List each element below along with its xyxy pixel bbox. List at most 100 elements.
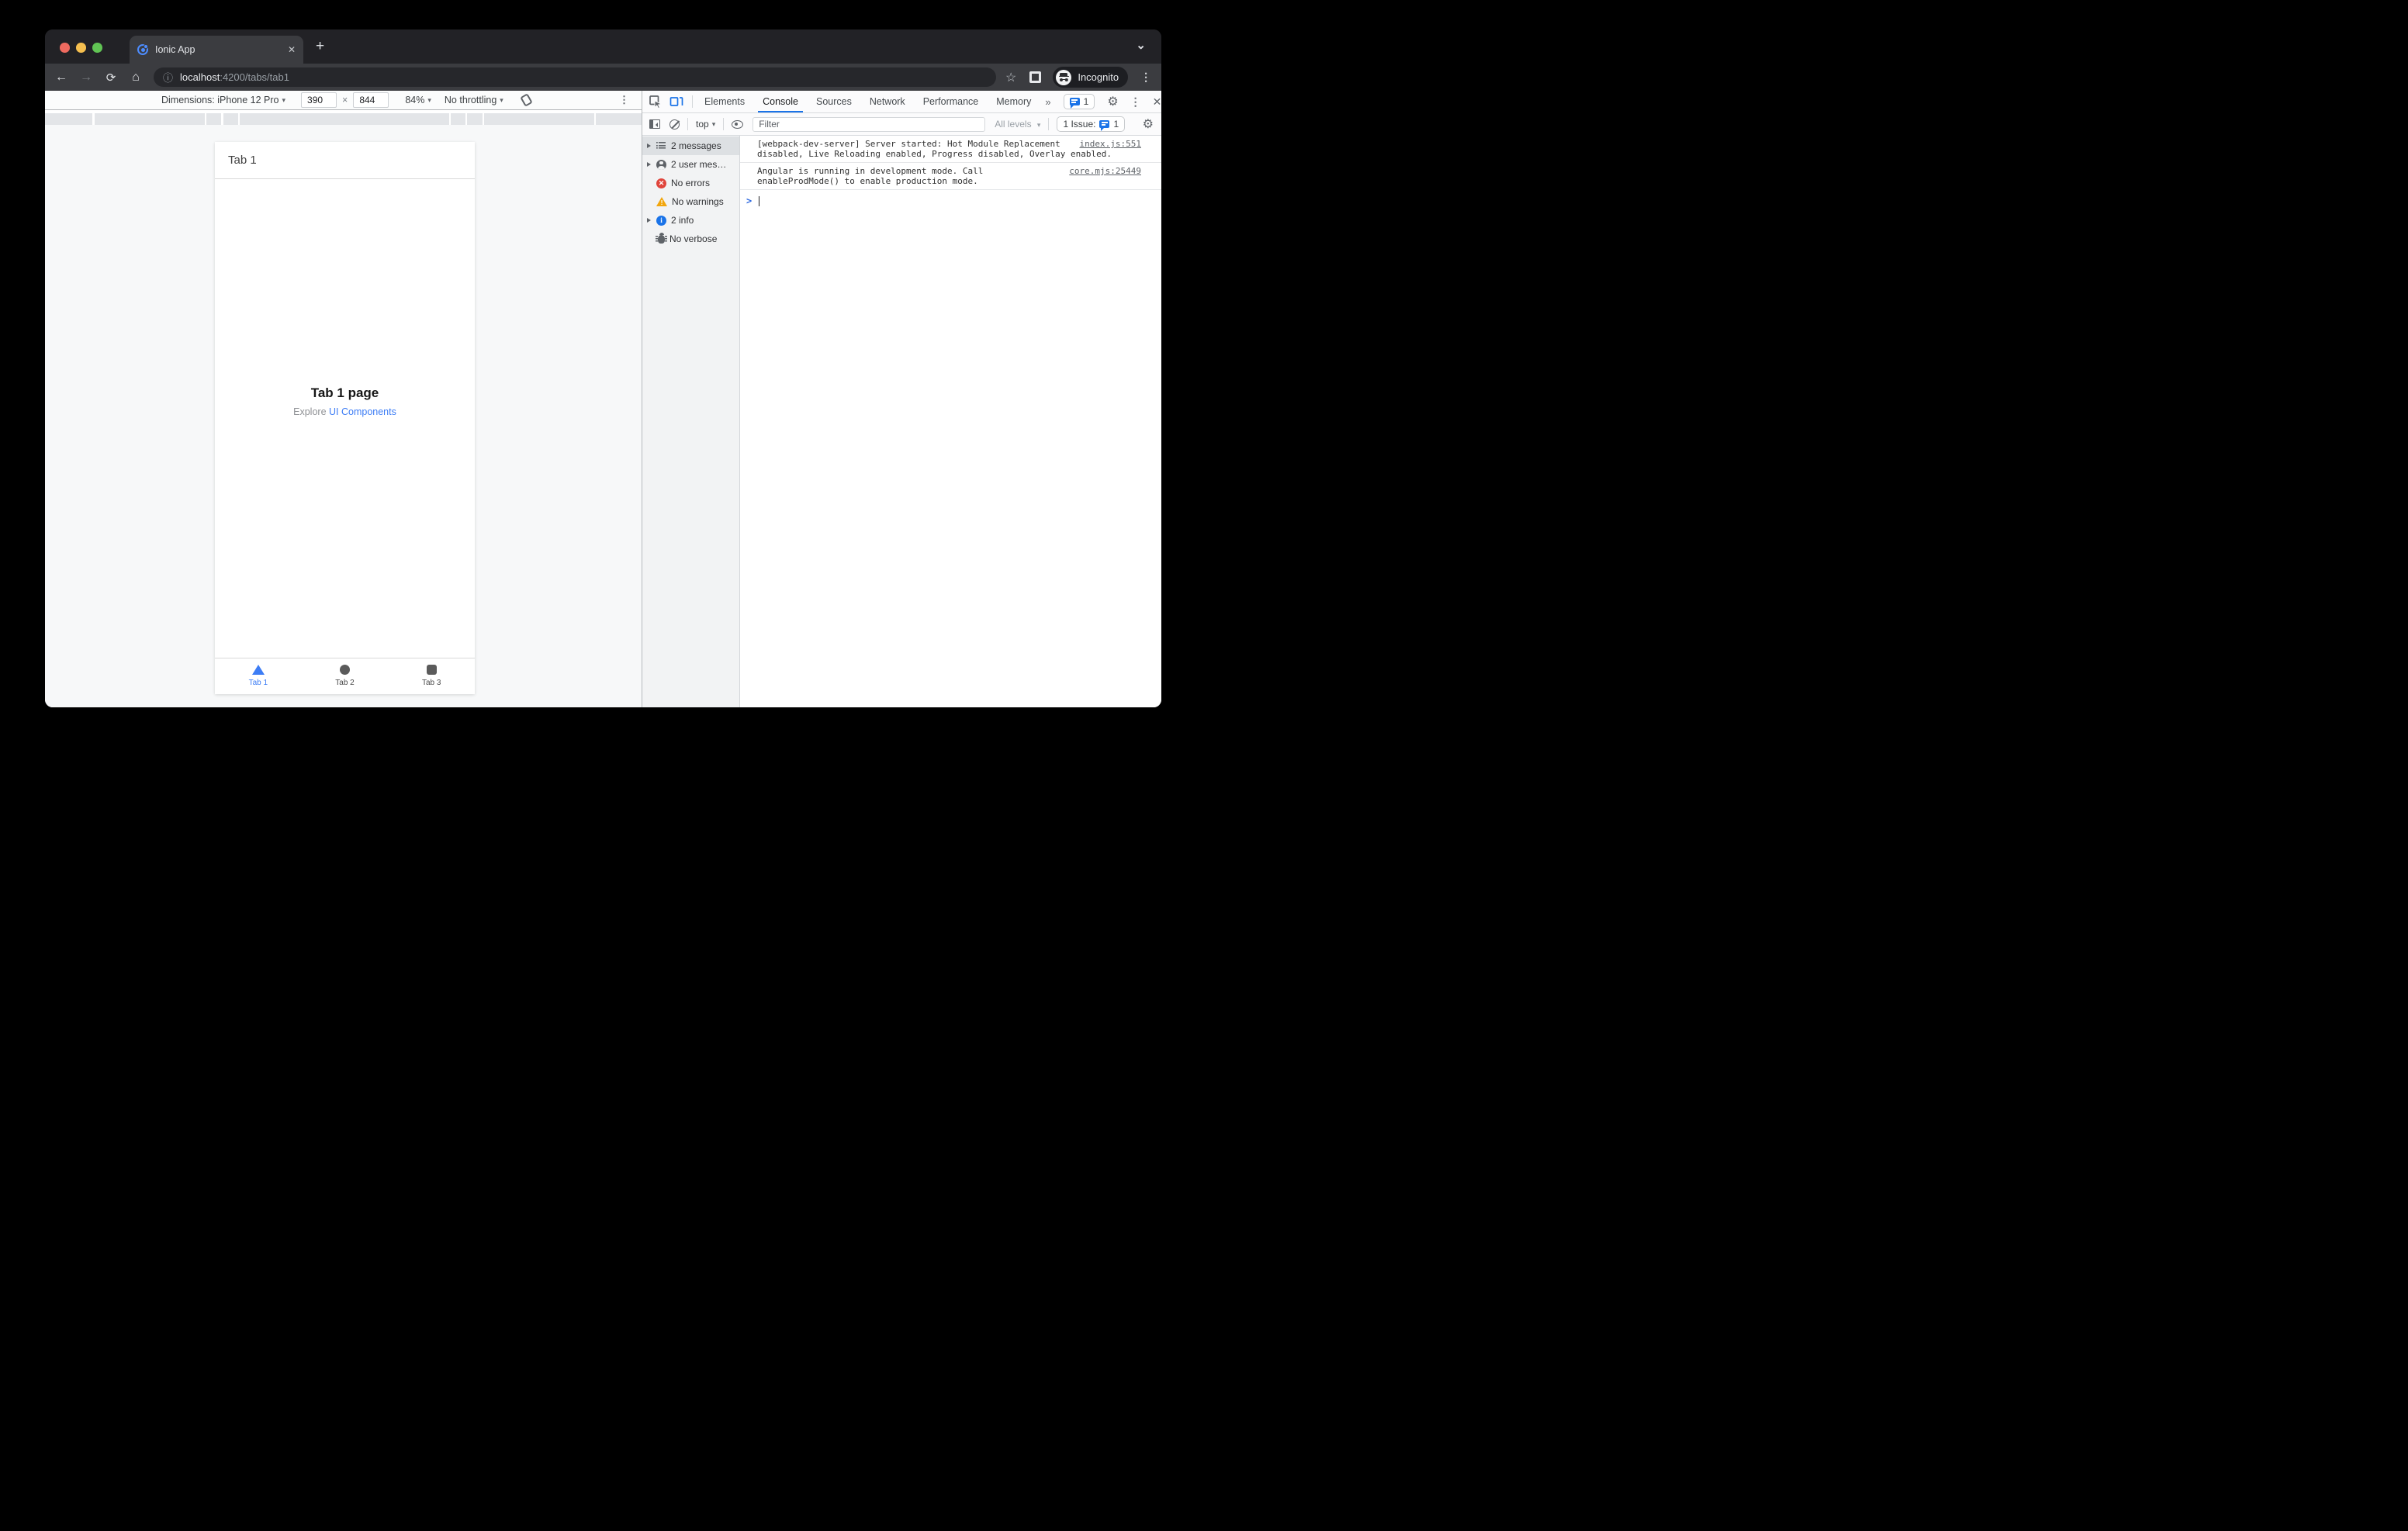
bookmark-star-icon[interactable]: ☆ xyxy=(1005,70,1016,85)
error-icon: ✕ xyxy=(656,178,666,188)
issue-bubble-icon xyxy=(1099,120,1110,131)
reload-button[interactable]: ⟳ xyxy=(102,71,120,85)
chevron-down-icon: ▾ xyxy=(282,95,286,104)
live-expression-eye-icon[interactable] xyxy=(732,119,744,129)
console-filter-input[interactable] xyxy=(752,116,986,132)
sidebar-item-errors[interactable]: ✕ No errors xyxy=(642,174,739,192)
clear-console-icon[interactable] xyxy=(669,119,680,130)
verbose-bug-icon xyxy=(656,232,667,244)
browser-tab[interactable]: Ionic App ✕ xyxy=(130,36,303,64)
more-tabs-icon[interactable]: » xyxy=(1045,96,1050,108)
window-minimize-button[interactable] xyxy=(76,43,86,53)
sidebar-item-all-messages[interactable]: 2 messages xyxy=(642,137,739,155)
app-content: Tab 1 page Explore UI Components xyxy=(215,179,475,658)
url-path: :4200/tabs/tab1 xyxy=(220,71,289,83)
tab-console[interactable]: Console xyxy=(758,91,803,112)
site-info-icon[interactable]: ⓘ xyxy=(163,70,173,85)
zoom-level-select[interactable]: 84% xyxy=(405,95,424,105)
forward-button[interactable]: → xyxy=(77,71,95,85)
devtools-menu-kebab-icon[interactable]: ⋮ xyxy=(1130,95,1141,109)
message-bubble-icon xyxy=(1069,98,1080,109)
device-canvas: Tab 1 Tab 1 page Explore UI Components T… xyxy=(45,125,642,707)
app-tab-3[interactable]: Tab 3 xyxy=(388,658,475,694)
message-text: Angular is running in development mode. … xyxy=(757,166,984,186)
tab-title: Ionic App xyxy=(155,44,195,55)
devtools-tabs: Elements Console Sources Network Perform… xyxy=(704,91,1031,112)
sidebar-item-info[interactable]: i 2 info xyxy=(642,211,739,230)
tab-search-chevron-icon[interactable]: ⌄ xyxy=(1136,38,1146,52)
rotate-device-icon[interactable] xyxy=(520,93,533,107)
expand-arrow-icon[interactable] xyxy=(647,218,654,223)
window-close-button[interactable] xyxy=(60,43,70,53)
ionic-favicon-icon xyxy=(137,44,148,55)
window-zoom-button[interactable] xyxy=(92,43,102,53)
browser-menu-kebab-icon[interactable]: ⋮ xyxy=(1140,71,1151,84)
source-link[interactable]: index.js:551 xyxy=(1080,139,1141,149)
device-toolbar-toggle-icon[interactable] xyxy=(669,95,683,109)
incognito-badge: Incognito xyxy=(1053,67,1129,88)
sidebar-item-user-messages[interactable]: 2 user mes… xyxy=(642,155,739,174)
app-tab-1[interactable]: Tab 1 xyxy=(215,658,302,694)
throttling-select[interactable]: No throttling xyxy=(445,95,496,105)
media-query-ruler xyxy=(45,110,642,125)
warning-icon: ! xyxy=(656,197,667,206)
execution-context-select[interactable]: top xyxy=(696,119,709,130)
app-header: Tab 1 xyxy=(215,142,475,179)
page-title: Tab 1 page xyxy=(310,385,379,400)
device-width-input[interactable] xyxy=(301,92,337,108)
address-bar[interactable]: ⓘ localhost :4200/tabs/tab1 xyxy=(154,67,996,87)
side-panel-icon[interactable] xyxy=(1029,71,1042,83)
info-icon: i xyxy=(656,215,666,226)
home-button[interactable]: ⌂ xyxy=(126,71,145,85)
devtools-close-icon[interactable]: ✕ xyxy=(1153,95,1161,109)
tab-memory[interactable]: Memory xyxy=(996,91,1031,112)
url-host: localhost xyxy=(180,71,220,83)
app-tab-2[interactable]: Tab 2 xyxy=(302,658,389,694)
issues-counter-button[interactable]: 1 Issue: 1 xyxy=(1057,116,1126,132)
inspect-element-icon[interactable] xyxy=(649,95,663,109)
triangle-icon xyxy=(251,665,265,675)
device-dimensions-select[interactable]: Dimensions: iPhone 12 Pro xyxy=(161,95,279,105)
sidebar-item-warnings[interactable]: ! No warnings xyxy=(642,192,739,211)
chevron-down-icon: ▾ xyxy=(711,119,716,128)
tab-performance[interactable]: Performance xyxy=(923,91,979,112)
app-header-title: Tab 1 xyxy=(228,154,257,167)
tab-sources[interactable]: Sources xyxy=(816,91,852,112)
browser-toolbar: ← → ⟳ ⌂ ⓘ localhost :4200/tabs/tab1 ☆ In… xyxy=(45,64,1161,91)
explore-text: Explore xyxy=(293,406,329,417)
console-settings-gear-icon[interactable]: ⚙ xyxy=(1143,116,1154,132)
devtools-settings-gear-icon[interactable]: ⚙ xyxy=(1107,94,1118,109)
new-tab-button[interactable]: + xyxy=(316,39,324,54)
console-sidebar: 2 messages 2 user mes… ✕ No errors ! No … xyxy=(642,136,740,707)
dimensions-x-separator: × xyxy=(342,95,348,105)
browser-window: Ionic App ✕ + ⌄ ← → ⟳ ⌂ ⓘ localhost :420… xyxy=(45,29,1161,707)
device-toolbar: Dimensions: iPhone 12 Pro ▾ × 84% ▾ No t… xyxy=(45,91,642,110)
tab-close-icon[interactable]: ✕ xyxy=(288,44,296,55)
ui-components-link[interactable]: UI Components xyxy=(329,406,396,417)
console-prompt[interactable]: > xyxy=(740,190,1161,206)
console-messages: index.js:551 [webpack-dev-server] Server … xyxy=(740,136,1161,707)
console-toolbar: top ▾ All levels ▾ 1 Issue: 1 ⚙ xyxy=(642,113,1161,136)
chevron-down-icon: ▾ xyxy=(1036,121,1041,129)
window-content: Dimensions: iPhone 12 Pro ▾ × 84% ▾ No t… xyxy=(45,91,1161,707)
tab-network[interactable]: Network xyxy=(870,91,905,112)
sidebar-item-verbose[interactable]: No verbose xyxy=(642,230,739,248)
console-body: 2 messages 2 user mes… ✕ No errors ! No … xyxy=(642,136,1161,707)
tab-strip: Ionic App ✕ + ⌄ xyxy=(45,29,1161,64)
devtools-tab-bar: Elements Console Sources Network Perform… xyxy=(642,91,1161,113)
console-sidebar-toggle-icon[interactable] xyxy=(649,119,660,129)
incognito-label: Incognito xyxy=(1078,71,1119,83)
user-icon xyxy=(656,159,666,170)
back-button[interactable]: ← xyxy=(52,71,71,85)
console-message: core.mjs:25449 Angular is running in deve… xyxy=(740,163,1161,190)
prompt-chevron-icon: > xyxy=(746,195,752,206)
tab-elements[interactable]: Elements xyxy=(704,91,745,112)
device-toolbar-kebab-icon[interactable]: ⋮ xyxy=(619,94,629,106)
expand-arrow-icon[interactable] xyxy=(647,143,654,148)
source-link[interactable]: core.mjs:25449 xyxy=(1069,166,1141,176)
list-icon xyxy=(656,140,666,151)
device-height-input[interactable] xyxy=(353,92,389,108)
expand-arrow-icon[interactable] xyxy=(647,162,654,167)
console-messages-badge[interactable]: 1 xyxy=(1063,94,1095,109)
log-levels-select[interactable]: All levels ▾ xyxy=(995,119,1040,130)
